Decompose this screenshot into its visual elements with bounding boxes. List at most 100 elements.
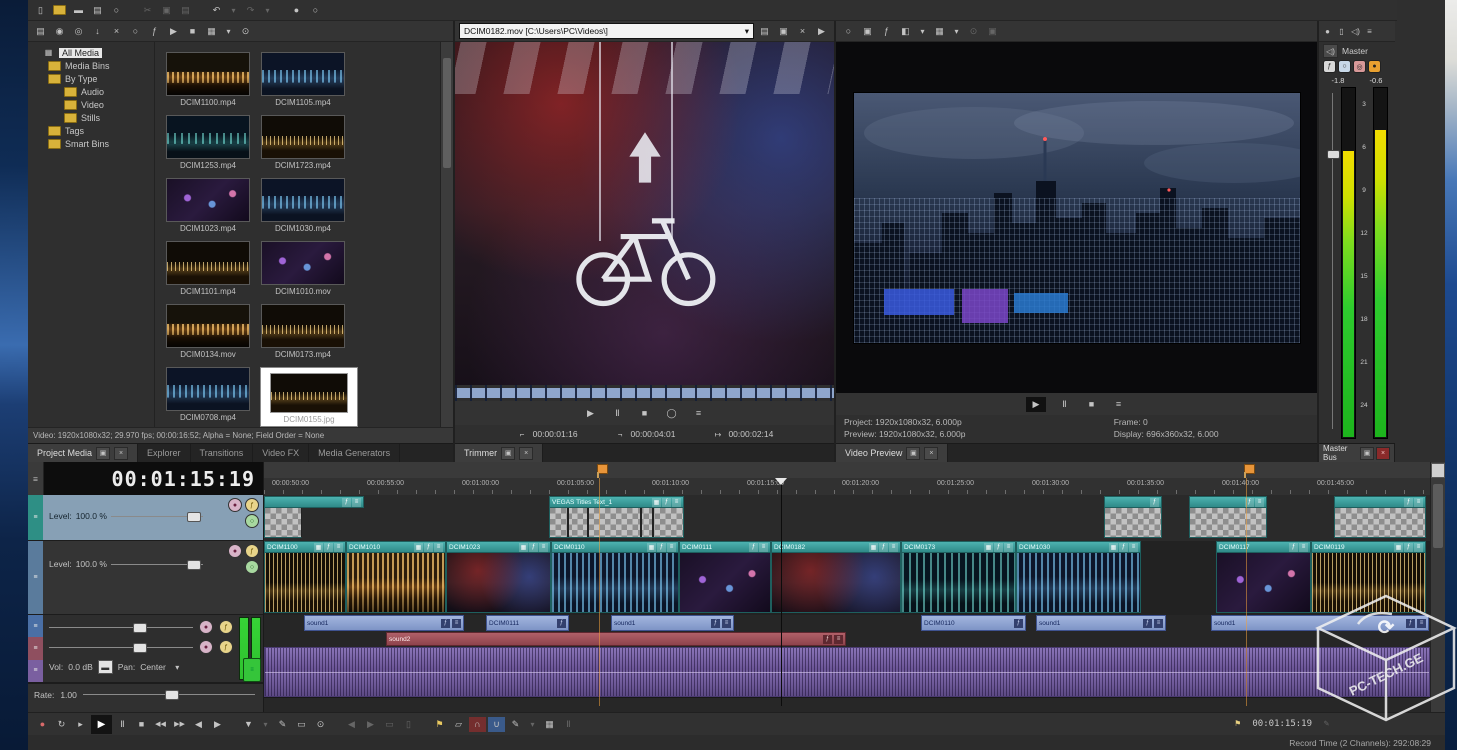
- tab-project-media[interactable]: Project Media ▣ ×: [28, 444, 139, 462]
- marker-bar[interactable]: [264, 462, 1430, 479]
- trim-end-button[interactable]: ▶: [362, 717, 379, 732]
- title-event[interactable]: ƒ ≡: [264, 496, 364, 538]
- pan-crop-icon[interactable]: ▦: [1109, 542, 1118, 552]
- media-properties-icon[interactable]: ○: [127, 24, 144, 39]
- external-monitor-icon[interactable]: ▣: [859, 24, 876, 39]
- snap-dropdown-icon[interactable]: ▾: [526, 718, 539, 730]
- titles-track-lane[interactable]: ƒ ≡ VEGAS Titles Text_1 ▦ ƒ ≡ ƒ ƒ ≡ ƒ ≡: [264, 495, 1430, 542]
- burger-icon[interactable]: ≡: [452, 618, 461, 628]
- trimmer-save-markers-icon[interactable]: ▣: [775, 24, 792, 39]
- level-slider[interactable]: [110, 511, 203, 522]
- audio-event[interactable]: DCIM0110 ƒ: [921, 615, 1026, 631]
- tool-dropdown-icon[interactable]: ▾: [259, 718, 272, 730]
- tree-item-video[interactable]: Video: [28, 98, 154, 111]
- video-track-lane[interactable]: DCIM1100 ▦ ƒ ≡ DCIM1010 ▦ ƒ ≡ DCIM1023 ▦ ƒ ≡ DCIM…: [264, 541, 1430, 616]
- dock-icon[interactable]: ▣: [906, 446, 921, 460]
- title-event[interactable]: ƒ ≡: [1334, 496, 1426, 538]
- video-event[interactable]: DCIM0117 ƒ ≡: [1216, 541, 1311, 613]
- media-item[interactable]: DCIM1030.mp4: [260, 178, 346, 233]
- mixer-button[interactable]: Ⅱ: [560, 717, 577, 732]
- media-item[interactable]: DCIM1010.mov: [260, 241, 346, 296]
- undo-icon[interactable]: ↶: [208, 3, 225, 18]
- extract-audio-icon[interactable]: ◎: [70, 24, 87, 39]
- tab-media-generators[interactable]: Media Generators: [309, 444, 401, 462]
- timeline-marker[interactable]: [1244, 464, 1255, 478]
- fx-icon[interactable]: ƒ: [324, 542, 333, 552]
- burger-icon[interactable]: ≡: [1414, 542, 1423, 552]
- tab-explorer[interactable]: Explorer: [138, 444, 191, 462]
- timeline-canvas[interactable]: 00:00:50:00 00:00:55:00 00:01:00:00 00:0…: [264, 462, 1430, 712]
- media-item-selected[interactable]: DCIM0155.jpg: [260, 367, 358, 427]
- pan-value[interactable]: Center: [140, 662, 166, 672]
- solo-button[interactable]: ƒ: [219, 640, 233, 654]
- burger-icon[interactable]: ≡: [759, 542, 768, 552]
- mute-button[interactable]: ●: [228, 498, 242, 512]
- preview-menu-button[interactable]: ≡: [1110, 397, 1127, 412]
- burger-icon[interactable]: ≡: [434, 542, 443, 552]
- fx-icon[interactable]: ƒ: [1014, 618, 1023, 628]
- go-to-end-button[interactable]: ▶▶: [171, 717, 188, 732]
- render-as-icon[interactable]: ▤: [89, 3, 106, 18]
- new-project-icon[interactable]: ▯: [32, 3, 49, 18]
- record-arm-button[interactable]: ≡: [243, 658, 261, 682]
- media-item[interactable]: DCIM1101.mp4: [165, 241, 251, 296]
- mute-output-icon[interactable]: ◁): [1349, 25, 1362, 37]
- master-fader[interactable]: [1326, 87, 1340, 439]
- fx-icon[interactable]: ƒ: [1150, 497, 1159, 507]
- rate-slider[interactable]: [82, 690, 255, 700]
- tab-video-fx[interactable]: Video FX: [253, 444, 310, 462]
- burger-icon[interactable]: ≡: [834, 634, 843, 644]
- fx-icon[interactable]: ƒ: [1289, 542, 1298, 552]
- track-minimize-strip[interactable]: ≡: [28, 659, 43, 682]
- media-scrollbar[interactable]: [440, 42, 453, 427]
- title-event-group[interactable]: VEGAS Titles Text_1 ▦ ƒ ≡: [549, 496, 684, 538]
- audio-track-headers[interactable]: ≡ ≡ ≡ ≡ ● ƒ ● ƒ Vol: 0.0 dB ▬ Pan: Cente…: [28, 615, 263, 683]
- burger-icon[interactable]: ≡: [352, 497, 361, 507]
- pan-crop-icon[interactable]: ▦: [414, 542, 423, 552]
- trimmer-menu-button[interactable]: ≡: [690, 406, 707, 421]
- preview-viewer[interactable]: [836, 42, 1317, 393]
- cursor-timecode-display[interactable]: 00:01:15:19: [44, 462, 263, 495]
- music-track-lane[interactable]: [264, 647, 1430, 698]
- fx-icon[interactable]: ƒ: [749, 542, 758, 552]
- tree-item-media-bins[interactable]: Media Bins: [28, 59, 154, 72]
- burger-icon[interactable]: ≡: [1154, 618, 1163, 628]
- audio-event[interactable]: sound1 ƒ ≡: [1036, 615, 1166, 631]
- save-project-icon[interactable]: ▬: [70, 3, 87, 18]
- start-preview-icon[interactable]: ▶: [165, 24, 182, 39]
- tree-item-tags[interactable]: Tags: [28, 124, 154, 137]
- video-event[interactable]: DCIM1010 ▦ ƒ ≡: [346, 541, 446, 613]
- burger-icon[interactable]: ≡: [1414, 497, 1423, 507]
- media-item[interactable]: DCIM0708.mp4: [165, 367, 251, 427]
- tree-item-all-media[interactable]: ▦ All Media: [28, 46, 154, 59]
- plugin-icon[interactable]: ◎: [1353, 60, 1366, 73]
- burger-icon[interactable]: ≡: [1417, 618, 1426, 628]
- video-event[interactable]: DCIM0110 ▦ ƒ ≡: [551, 541, 679, 613]
- timeline-vscrollbar[interactable]: [1430, 462, 1445, 712]
- burger-icon[interactable]: ≡: [1129, 542, 1138, 552]
- views-dropdown-icon[interactable]: ▾: [222, 25, 235, 37]
- title-event[interactable]: ƒ ≡: [1189, 496, 1267, 538]
- get-media-from-web-icon[interactable]: ↓: [89, 24, 106, 39]
- track-minimize-strip[interactable]: ≡: [28, 495, 43, 540]
- fx-icon[interactable]: ƒ: [711, 618, 720, 628]
- fx-icon[interactable]: ƒ: [529, 542, 538, 552]
- cut-icon[interactable]: ✂: [139, 3, 156, 18]
- insert-region-button[interactable]: ▱: [450, 717, 467, 732]
- fx-icon[interactable]: ƒ: [1119, 542, 1128, 552]
- meter-options-icon[interactable]: ≡: [1363, 25, 1376, 37]
- preview-stop-button[interactable]: ■: [1083, 397, 1100, 412]
- copy-icon[interactable]: ▣: [158, 3, 175, 18]
- pan-crop-icon[interactable]: ▦: [869, 542, 878, 552]
- fx-icon[interactable]: ƒ: [879, 542, 888, 552]
- lock-envelopes-button[interactable]: ✎: [507, 717, 524, 732]
- project-properties-icon[interactable]: ○: [840, 24, 857, 39]
- trimmer-close-media-icon[interactable]: ×: [794, 24, 811, 39]
- automation-button[interactable]: ○: [245, 514, 259, 528]
- slider-handle[interactable]: [186, 511, 201, 522]
- downmix-output-icon[interactable]: ▯: [1335, 25, 1348, 37]
- event-group-button[interactable]: ▯: [400, 717, 417, 732]
- dock-icon[interactable]: ▣: [96, 446, 111, 460]
- tab-transitions[interactable]: Transitions: [191, 444, 254, 462]
- media-item[interactable]: DCIM1723.mp4: [260, 115, 346, 170]
